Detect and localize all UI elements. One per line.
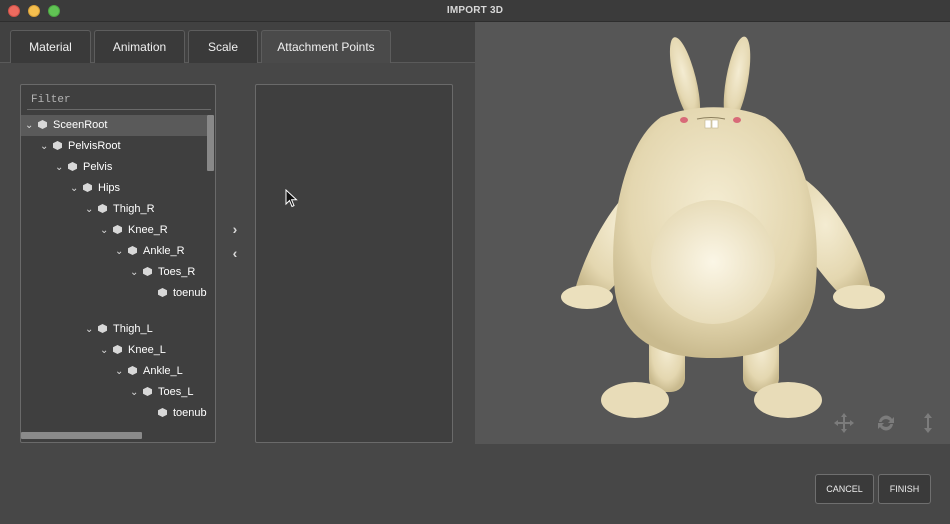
tree-node[interactable]: toenub [145, 403, 207, 424]
vertical-resize-icon[interactable] [917, 412, 939, 434]
chevron-right-icon[interactable]: › [228, 222, 242, 236]
chevron-down-icon[interactable]: ⌄ [55, 157, 65, 178]
chevron-down-icon[interactable]: ⌄ [115, 241, 125, 262]
chevron-down-icon[interactable]: ⌄ [25, 115, 35, 136]
tree-node[interactable]: ⌄ Toes_L [130, 382, 193, 403]
bone-cube-icon [83, 183, 92, 192]
tree-node[interactable]: ⌄ PelvisRoot [40, 136, 121, 157]
tree-node[interactable]: ⌄ Knee_L [100, 340, 166, 361]
bone-cube-icon [128, 366, 137, 375]
tree-node[interactable]: ⌄ Hips [70, 178, 120, 199]
tree-node-label: toenub [173, 287, 207, 299]
skeleton-tree-panel: ⌄SceenRoot⌄PelvisRoot⌄Pelvis⌄Hips⌄Thigh_… [20, 84, 216, 443]
bone-cube-icon [158, 408, 167, 417]
bone-cube-icon [158, 288, 167, 297]
bone-cube-icon [128, 246, 137, 255]
tree-vertical-scrollbar[interactable] [207, 115, 214, 171]
tree-node[interactable]: ⌄ Thigh_R [85, 199, 155, 220]
tree-node[interactable]: ⌄ Pelvis [55, 157, 112, 178]
chevron-down-icon[interactable]: ⌄ [115, 361, 125, 382]
tree-node-label: toenub [173, 407, 207, 419]
tree-node[interactable]: ⌄ Toes_R [130, 262, 195, 283]
window-title: IMPORT 3D [446, 5, 504, 16]
tree-node-label: SceenRoot [53, 119, 108, 131]
tree-node-label: PelvisRoot [68, 140, 121, 152]
dialog-footer: CANCEL FINISH [0, 444, 950, 524]
tree-horizontal-scrollbar[interactable] [21, 432, 142, 439]
tree-node-label: Toes_R [158, 266, 196, 278]
bone-cube-icon [98, 204, 107, 213]
bone-cube-icon [38, 120, 47, 129]
tree-node-label: Knee_R [128, 224, 168, 236]
rotate-icon[interactable] [875, 412, 897, 434]
bone-cube-icon [68, 162, 77, 171]
mouse-cursor-icon [285, 189, 298, 208]
chevron-down-icon[interactable]: ⌄ [100, 220, 110, 241]
tree-node[interactable]: toenub [145, 283, 207, 304]
tab-scale[interactable]: Scale [188, 30, 258, 63]
tree-node[interactable]: ⌄ Ankle_L [115, 361, 183, 382]
tree-node-label: Ankle_L [143, 365, 183, 377]
chevron-down-icon[interactable]: ⌄ [85, 319, 95, 340]
tab-material[interactable]: Material [10, 30, 91, 63]
finish-button[interactable]: FINISH [878, 474, 931, 504]
tab-bar: Material Animation Scale Attachment Poin… [0, 22, 475, 64]
chevron-down-icon[interactable]: ⌄ [130, 262, 140, 283]
attachment-points-list[interactable] [255, 84, 453, 443]
title-bar: IMPORT 3D [0, 0, 950, 22]
tree-node-label: Toes_L [158, 386, 194, 398]
filter-input[interactable] [27, 90, 211, 110]
tree-node[interactable]: ⌄ Thigh_L [85, 319, 153, 340]
chevron-down-icon[interactable]: ⌄ [85, 199, 95, 220]
chevron-down-icon[interactable]: ⌄ [40, 136, 50, 157]
bone-cube-icon [143, 387, 152, 396]
chevron-down-icon[interactable]: ⌄ [130, 382, 140, 403]
tree-node-label: Thigh_R [113, 203, 155, 215]
move-icon[interactable] [833, 412, 855, 434]
tree-node-label: Pelvis [83, 161, 113, 173]
bone-cube-icon [53, 141, 62, 150]
tree-node[interactable]: ⌄ Ankle_R [115, 241, 185, 262]
tree-node[interactable]: ⌄ Knee_R [100, 220, 168, 241]
tab-animation[interactable]: Animation [94, 30, 185, 63]
bone-cube-icon [113, 345, 122, 354]
bone-cube-icon [143, 267, 152, 276]
tree-node-label: Hips [98, 182, 121, 194]
bone-cube-icon [98, 324, 107, 333]
3d-preview-viewport[interactable] [475, 22, 950, 444]
chevron-left-icon[interactable]: ‹ [228, 246, 242, 260]
chevron-down-icon[interactable]: ⌄ [100, 340, 110, 361]
tree-node-label: Knee_L [128, 344, 166, 356]
tree-node-label: Ankle_R [143, 245, 185, 257]
bone-cube-icon [113, 225, 122, 234]
chevron-down-icon[interactable]: ⌄ [70, 178, 80, 199]
tab-attachment-points[interactable]: Attachment Points [261, 30, 391, 64]
tree-node-label: Thigh_L [113, 323, 153, 335]
cancel-button[interactable]: CANCEL [815, 474, 874, 504]
tree-node[interactable]: ⌄ SceenRoot [21, 115, 207, 136]
import-3d-window: IMPORT 3D Material Animation Scale Attac… [0, 0, 950, 524]
rabbit-model-preview [561, 36, 885, 418]
